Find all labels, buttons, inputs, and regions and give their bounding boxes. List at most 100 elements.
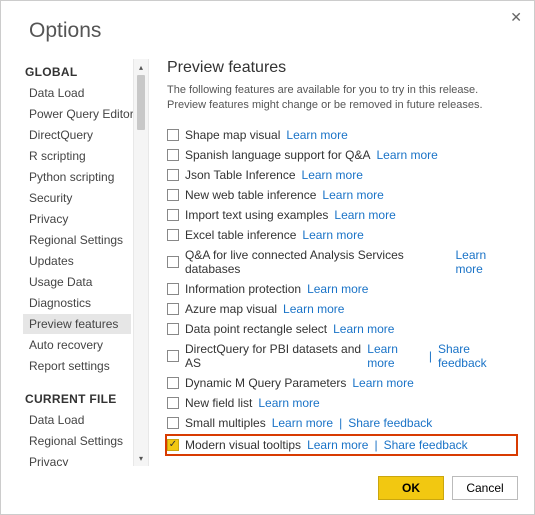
section-heading: Preview features [167, 59, 514, 77]
feature-checkbox[interactable] [167, 189, 179, 201]
feature-label: New web table inference [185, 188, 316, 202]
feature-label: Q&A for live connected Analysis Services… [185, 248, 450, 276]
sidebar-item-privacy[interactable]: Privacy [23, 452, 131, 466]
feature-checkbox[interactable] [167, 377, 179, 389]
feature-row: New field list Learn more [167, 393, 514, 413]
feature-checkbox[interactable] [167, 439, 179, 451]
feature-label: Dynamic M Query Parameters [185, 376, 346, 390]
close-icon[interactable]: ✕ [510, 9, 522, 26]
feature-row: Json Table Inference Learn more [167, 165, 514, 185]
feature-label: New field list [185, 396, 252, 410]
feature-label: Information protection [185, 282, 301, 296]
feature-label: Excel table inference [185, 228, 296, 242]
learn-more-link[interactable]: Learn more [367, 342, 423, 370]
feature-checkbox[interactable] [167, 229, 179, 241]
options-dialog: ✕ Options GLOBALData LoadPower Query Edi… [0, 0, 535, 515]
sidebar-item-data-load[interactable]: Data Load [23, 83, 131, 103]
sidebar-item-regional-settings[interactable]: Regional Settings [23, 431, 131, 451]
feature-label: Modern visual tooltips [185, 438, 301, 452]
share-feedback-link[interactable]: Share feedback [348, 416, 432, 430]
feature-checkbox[interactable] [167, 323, 179, 335]
learn-more-link[interactable]: Learn more [286, 128, 347, 142]
feature-label: Small multiples [185, 416, 266, 430]
dialog-title: Options [1, 1, 534, 59]
sidebar-item-power-query-editor[interactable]: Power Query Editor [23, 104, 131, 124]
learn-more-link[interactable]: Learn more [258, 396, 319, 410]
feature-label: Import text using examples [185, 208, 328, 222]
dialog-body: GLOBALData LoadPower Query EditorDirectQ… [1, 59, 534, 466]
feature-label: DirectQuery for PBI datasets and AS [185, 342, 361, 370]
feature-checkbox[interactable] [167, 256, 179, 268]
scroll-thumb[interactable] [137, 75, 145, 130]
learn-more-link[interactable]: Learn more [322, 188, 383, 202]
scroll-up-icon[interactable]: ▴ [134, 59, 148, 75]
feature-label: Spanish language support for Q&A [185, 148, 370, 162]
sidebar-item-auto-recovery[interactable]: Auto recovery [23, 335, 131, 355]
feature-row: Data point rectangle select Learn more [167, 319, 514, 339]
sidebar-item-regional-settings[interactable]: Regional Settings [23, 230, 131, 250]
feature-row: New web table inference Learn more [167, 185, 514, 205]
feature-row: Modern visual tooltips Learn more | Shar… [165, 434, 518, 456]
feature-checkbox[interactable] [167, 417, 179, 429]
feature-label: Azure map visual [185, 302, 277, 316]
sidebar-item-data-load[interactable]: Data Load [23, 410, 131, 430]
sidebar-item-directquery[interactable]: DirectQuery [23, 125, 131, 145]
feature-row: Small multiples Learn more | Share feedb… [167, 413, 514, 433]
sidebar: GLOBALData LoadPower Query EditorDirectQ… [1, 59, 149, 466]
feature-row: Excel table inference Learn more [167, 225, 514, 245]
feature-label: Json Table Inference [185, 168, 296, 182]
main-panel: Preview features The following features … [149, 59, 534, 466]
feature-row: Import text using examples Learn more [167, 205, 514, 225]
learn-more-link[interactable]: Learn more [272, 416, 333, 430]
sidebar-item-report-settings[interactable]: Report settings [23, 356, 131, 376]
link-separator: | [339, 416, 342, 430]
feature-checkbox[interactable] [167, 350, 179, 362]
learn-more-link[interactable]: Learn more [376, 148, 437, 162]
feature-label: Data point rectangle select [185, 322, 327, 336]
share-feedback-link[interactable]: Share feedback [384, 438, 468, 452]
feature-row: Azure map visual Learn more [167, 299, 514, 319]
sidebar-item-updates[interactable]: Updates [23, 251, 131, 271]
sidebar-item-privacy[interactable]: Privacy [23, 209, 131, 229]
learn-more-link[interactable]: Learn more [307, 438, 368, 452]
feature-checkbox[interactable] [167, 169, 179, 181]
learn-more-link[interactable]: Learn more [352, 376, 413, 390]
cancel-button[interactable]: Cancel [452, 476, 518, 500]
feature-checkbox[interactable] [167, 283, 179, 295]
sidebar-item-preview-features[interactable]: Preview features [23, 314, 131, 334]
sidebar-group-header: CURRENT FILE [25, 392, 149, 406]
feature-row: Spanish language support for Q&A Learn m… [167, 145, 514, 165]
feature-checkbox[interactable] [167, 149, 179, 161]
sidebar-item-r-scripting[interactable]: R scripting [23, 146, 131, 166]
dialog-footer: OK Cancel [1, 466, 534, 514]
sidebar-item-python-scripting[interactable]: Python scripting [23, 167, 131, 187]
learn-more-link[interactable]: Learn more [334, 208, 395, 222]
learn-more-link[interactable]: Learn more [302, 168, 363, 182]
scroll-down-icon[interactable]: ▾ [134, 450, 148, 466]
learn-more-link[interactable]: Learn more [302, 228, 363, 242]
feature-label: Shape map visual [185, 128, 280, 142]
link-separator: | [429, 349, 432, 363]
learn-more-link[interactable]: Learn more [307, 282, 368, 296]
feature-row: Q&A for live connected Analysis Services… [167, 245, 514, 279]
link-separator: | [374, 438, 377, 452]
sidebar-item-security[interactable]: Security [23, 188, 131, 208]
feature-checkbox[interactable] [167, 209, 179, 221]
feature-checkbox[interactable] [167, 303, 179, 315]
feature-checkbox[interactable] [167, 397, 179, 409]
sidebar-item-diagnostics[interactable]: Diagnostics [23, 293, 131, 313]
learn-more-link[interactable]: Learn more [333, 322, 394, 336]
learn-more-link[interactable]: Learn more [283, 302, 344, 316]
ok-button[interactable]: OK [378, 476, 444, 500]
feature-row: Dynamic M Query Parameters Learn more [167, 373, 514, 393]
sidebar-item-usage-data[interactable]: Usage Data [23, 272, 131, 292]
share-feedback-link[interactable]: Share feedback [438, 342, 514, 370]
feature-row: Information protection Learn more [167, 279, 514, 299]
sidebar-scrollbar[interactable]: ▴ ▾ [133, 59, 149, 466]
learn-more-link[interactable]: Learn more [456, 248, 515, 276]
feature-row: Shape map visual Learn more [167, 125, 514, 145]
feature-row: DirectQuery for PBI datasets and AS Lear… [167, 339, 514, 373]
sidebar-group-header: GLOBAL [25, 65, 149, 79]
feature-checkbox[interactable] [167, 129, 179, 141]
section-description: The following features are available for… [167, 83, 514, 113]
